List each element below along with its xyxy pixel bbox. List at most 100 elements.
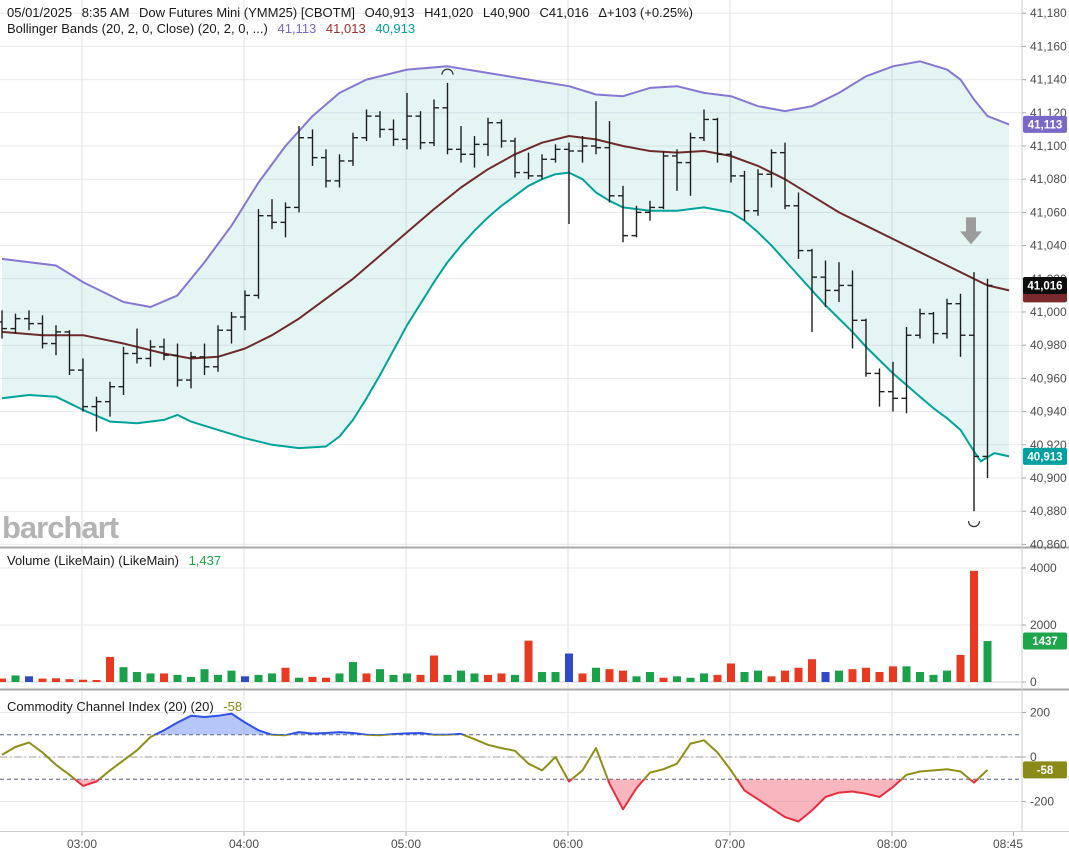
volume-bar[interactable]: [268, 673, 276, 682]
volume-bar[interactable]: [66, 679, 74, 682]
cci-legend[interactable]: Commodity Channel Index (20) (20) -58: [7, 699, 248, 714]
volume-bar[interactable]: [282, 668, 290, 682]
volume-bar[interactable]: [565, 654, 573, 683]
volume-bar[interactable]: [147, 673, 155, 682]
volume-bar[interactable]: [336, 673, 344, 682]
volume-bar[interactable]: [471, 673, 479, 682]
volume-bar[interactable]: [349, 662, 357, 682]
volume-bar[interactable]: [606, 669, 614, 682]
volume-bar[interactable]: [727, 663, 735, 682]
volume-bar[interactable]: [25, 676, 33, 682]
volume-bar[interactable]: [457, 671, 465, 682]
volume-bar[interactable]: [687, 678, 695, 682]
volume-bar[interactable]: [700, 673, 708, 682]
volume-bar[interactable]: [511, 675, 519, 682]
volume-bar[interactable]: [822, 672, 830, 682]
volume-bar[interactable]: [525, 641, 533, 682]
volume-bar[interactable]: [538, 672, 546, 682]
cci-label[interactable]: Commodity Channel Index (20) (20): [7, 699, 214, 714]
volume-bar[interactable]: [390, 675, 398, 682]
volume-bar[interactable]: [106, 657, 114, 682]
volume-bar[interactable]: [403, 673, 411, 682]
header-date: 05/01/2025: [7, 5, 72, 20]
volume-bar[interactable]: [430, 655, 438, 682]
axis-label: 40,940: [1030, 405, 1067, 419]
axis-label: 40,980: [1030, 338, 1067, 352]
volume-panel[interactable]: [0, 549, 1022, 690]
volume-bar[interactable]: [120, 667, 128, 682]
volume-bar[interactable]: [201, 669, 209, 682]
volume-bar[interactable]: [957, 655, 965, 682]
axis-label: 04:00: [229, 837, 259, 851]
volume-bar[interactable]: [943, 671, 951, 682]
header-high: H41,020: [424, 5, 473, 20]
ohlc-bar[interactable]: [875, 368, 885, 406]
volume-bar[interactable]: [660, 678, 668, 682]
bollinger-label[interactable]: Bollinger Bands (20, 2, 0, Close) (20, 2…: [7, 21, 268, 36]
volume-bar[interactable]: [781, 671, 789, 682]
volume-bar[interactable]: [39, 679, 47, 682]
volume-bar[interactable]: [970, 571, 978, 682]
volume-bar[interactable]: [984, 641, 992, 682]
volume-bar[interactable]: [363, 673, 371, 682]
volume-bar[interactable]: [768, 676, 776, 682]
volume-bar[interactable]: [309, 677, 317, 682]
volume-bar[interactable]: [417, 675, 425, 682]
axis-label: 40,900: [1030, 471, 1067, 485]
axis-label: 41,040: [1030, 239, 1067, 253]
volume-bar[interactable]: [673, 676, 681, 682]
volume-bar[interactable]: [835, 671, 843, 682]
volume-bar[interactable]: [903, 666, 911, 682]
last-price-badge-text: 41,016: [1027, 281, 1062, 293]
volume-bar[interactable]: [498, 673, 506, 682]
volume-bar[interactable]: [52, 678, 60, 682]
axis-label: -200: [1030, 795, 1054, 809]
volume-bar[interactable]: [214, 675, 222, 682]
volume-bar[interactable]: [862, 668, 870, 682]
volume-bar[interactable]: [322, 678, 330, 682]
axis-label: 41,140: [1030, 73, 1067, 87]
volume-bar[interactable]: [444, 675, 452, 682]
volume-bar[interactable]: [714, 675, 722, 682]
volume-bar[interactable]: [174, 675, 182, 682]
volume-bar[interactable]: [646, 672, 654, 682]
price-panel[interactable]: [0, 0, 1022, 547]
volume-bar[interactable]: [0, 679, 6, 682]
volume-bar[interactable]: [754, 671, 762, 682]
volume-bar[interactable]: [241, 676, 249, 682]
volume-bar[interactable]: [795, 668, 803, 682]
volume-bar[interactable]: [93, 680, 101, 682]
header-open: O40,913: [365, 5, 415, 20]
volume-bar[interactable]: [633, 676, 641, 682]
volume-bar[interactable]: [376, 669, 384, 682]
volume-bar[interactable]: [295, 678, 303, 682]
volume-bar[interactable]: [579, 673, 587, 682]
bollinger-lower-value: 40,913: [375, 21, 415, 36]
volume-bar[interactable]: [187, 677, 195, 682]
volume-bar[interactable]: [889, 666, 897, 682]
volume-bar[interactable]: [619, 671, 627, 682]
bollinger-legend[interactable]: Bollinger Bands (20, 2, 0, Close) (20, 2…: [7, 21, 421, 36]
volume-bar[interactable]: [484, 675, 492, 682]
volume-bar[interactable]: [592, 668, 600, 682]
volume-bar[interactable]: [876, 672, 884, 682]
volume-bar[interactable]: [741, 672, 749, 682]
volume-bar[interactable]: [79, 680, 87, 682]
volume-label[interactable]: Volume (LikeMain) (LikeMain): [7, 553, 179, 568]
volume-bar[interactable]: [255, 675, 263, 682]
volume-legend[interactable]: Volume (LikeMain) (LikeMain) 1,437: [7, 553, 227, 568]
barchart-watermark: barchart: [2, 510, 118, 546]
volume-bar[interactable]: [930, 675, 938, 682]
volume-bar[interactable]: [849, 669, 857, 682]
volume-bar[interactable]: [133, 672, 141, 682]
volume-bar[interactable]: [12, 675, 20, 682]
volume-bar[interactable]: [916, 672, 924, 682]
chart-canvas[interactable]: 41,18041,16041,14041,12041,10041,08041,0…: [0, 0, 1069, 857]
volume-bar[interactable]: [160, 673, 168, 682]
axis-label: 41,060: [1030, 205, 1067, 219]
volume-bar[interactable]: [228, 671, 236, 682]
volume-bar[interactable]: [552, 672, 560, 682]
header-symbol: Dow Futures Mini (YMM25) [CBOTM]: [139, 5, 355, 20]
ohlc-bar[interactable]: [632, 206, 642, 238]
volume-bar[interactable]: [808, 659, 816, 682]
